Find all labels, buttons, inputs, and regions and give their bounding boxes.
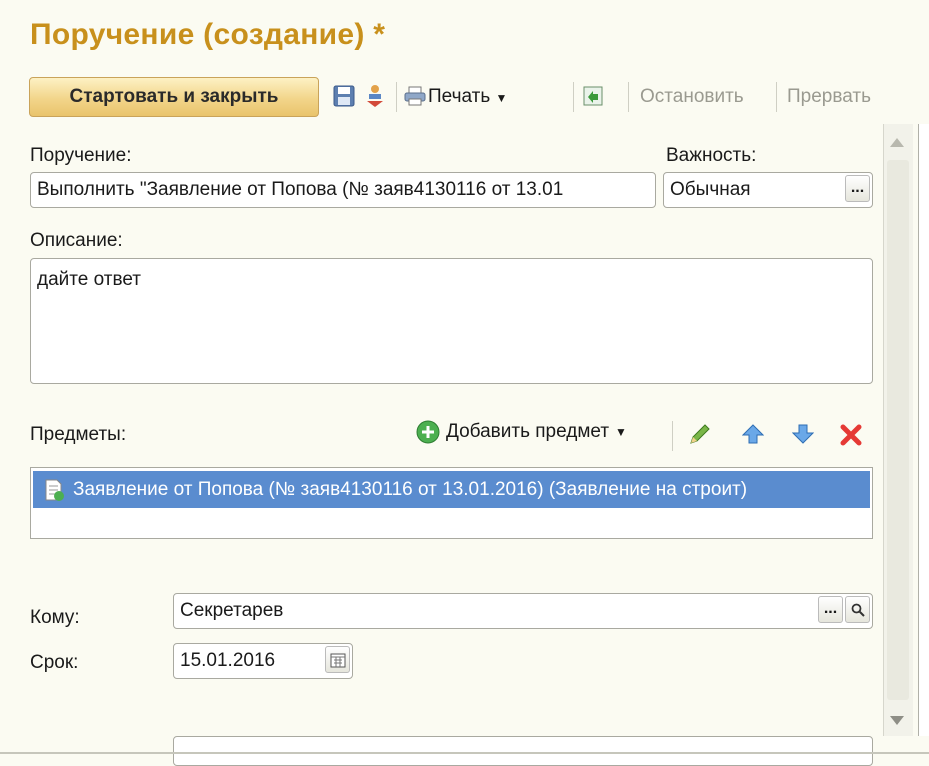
toolbar-separator xyxy=(628,82,629,112)
print-menu[interactable]: Печать ▼ xyxy=(428,86,507,108)
add-subject-button[interactable]: Добавить предмет ▼ xyxy=(416,420,627,444)
calendar-icon[interactable] xyxy=(325,646,350,673)
save-icon[interactable] xyxy=(331,83,357,109)
add-subject-label: Добавить предмет xyxy=(446,421,610,442)
to-field[interactable]: Секретарев ... xyxy=(173,593,873,629)
importance-value: Обычная xyxy=(670,179,751,200)
task-input[interactable]: Выполнить "Заявление от Попова (№ заяв41… xyxy=(30,172,656,208)
abort-button[interactable]: Прервать xyxy=(787,86,871,108)
subjects-list[interactable]: Заявление от Попова (№ заяв4130116 от 13… xyxy=(30,467,873,539)
arrow-up-icon[interactable] xyxy=(741,424,765,450)
print-label: Печать xyxy=(428,86,491,107)
list-item-text: Заявление от Попова (№ заяв4130116 от 13… xyxy=(73,478,748,500)
search-icon[interactable] xyxy=(845,596,870,623)
chevron-down-icon: ▼ xyxy=(495,91,508,105)
toolbar-separator xyxy=(776,82,777,112)
scroll-thumb[interactable] xyxy=(887,160,909,700)
printer-icon[interactable] xyxy=(402,83,428,109)
bottom-divider xyxy=(0,752,929,754)
vertical-scrollbar[interactable] xyxy=(883,124,913,736)
select-button[interactable]: ... xyxy=(845,175,870,202)
arrow-down-icon[interactable] xyxy=(791,424,815,450)
right-panel-edge xyxy=(918,124,929,736)
stop-button[interactable]: Остановить xyxy=(640,86,744,108)
start-and-close-button[interactable]: Стартовать и закрыть xyxy=(29,77,319,117)
reference-icon[interactable] xyxy=(580,83,606,109)
description-label: Описание: xyxy=(30,230,123,251)
page-title: Поручение (создание) * xyxy=(30,18,386,51)
subjects-label: Предметы: xyxy=(30,424,127,445)
scroll-down-arrow[interactable] xyxy=(890,716,904,725)
select-button[interactable]: ... xyxy=(818,596,843,623)
chevron-down-icon: ▼ xyxy=(615,425,627,439)
document-icon xyxy=(45,479,64,501)
due-label: Срок: xyxy=(30,652,79,673)
due-value: 15.01.2016 xyxy=(180,650,276,671)
toolbar-separator xyxy=(396,82,397,112)
add-icon xyxy=(416,420,440,444)
scroll-up-arrow[interactable] xyxy=(890,138,904,147)
delete-icon[interactable] xyxy=(840,424,862,452)
importance-field[interactable]: Обычная ... xyxy=(663,172,873,208)
route-icon[interactable] xyxy=(362,83,388,109)
task-label: Поручение: xyxy=(30,145,132,166)
partial-field[interactable] xyxy=(173,736,873,766)
description-textarea[interactable]: дайте ответ xyxy=(30,258,873,384)
pencil-icon[interactable] xyxy=(688,422,712,452)
to-label: Кому: xyxy=(30,607,80,628)
toolbar-separator xyxy=(573,82,574,112)
list-item[interactable]: Заявление от Попова (№ заяв4130116 от 13… xyxy=(33,471,870,508)
toolbar-separator xyxy=(672,421,673,451)
due-date-input[interactable]: 15.01.2016 xyxy=(173,643,353,679)
importance-label: Важность: xyxy=(666,145,757,166)
to-value: Секретарев xyxy=(180,600,284,621)
